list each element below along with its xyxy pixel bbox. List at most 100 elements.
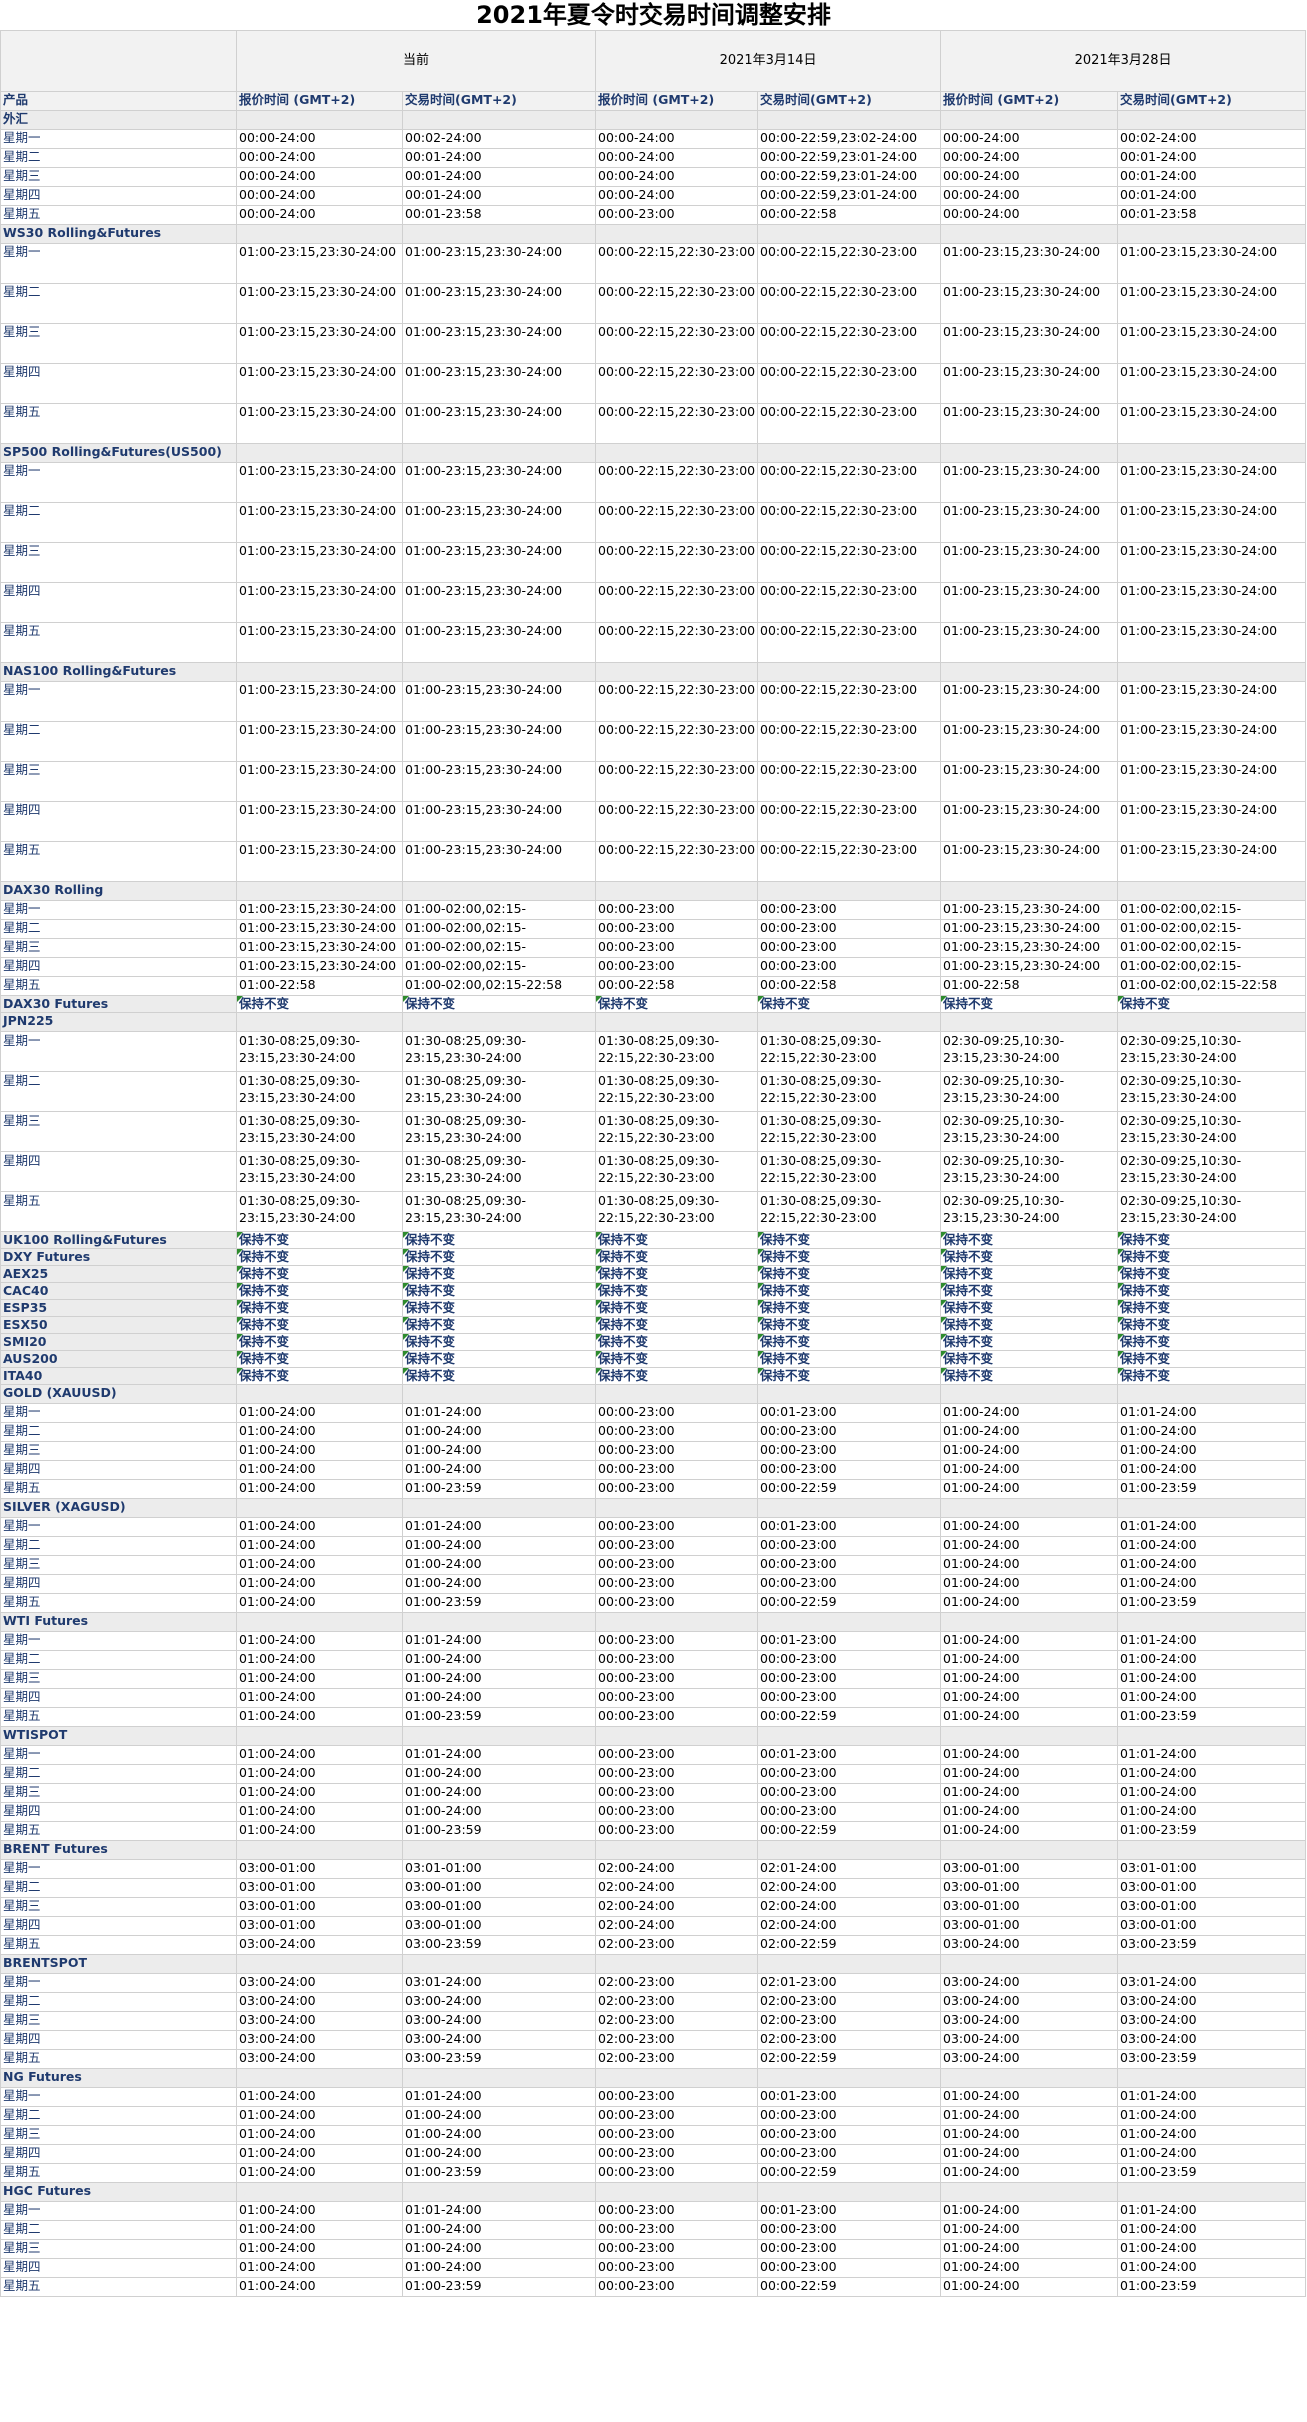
time-cell: 01:00-23:59 bbox=[1117, 1707, 1307, 1727]
weekday-cell: 星期五 bbox=[0, 1935, 237, 1955]
time-cell: 00:00-22:59,23:01-24:00 bbox=[757, 148, 942, 168]
unchanged-cell: 保持不变 bbox=[236, 1282, 403, 1300]
unchanged-cell: 保持不变 bbox=[595, 1299, 759, 1317]
time-cell: 00:00-22:15,22:30-23:00 bbox=[757, 542, 942, 583]
time-cell: 01:00-23:59 bbox=[401, 2163, 597, 2183]
time-cell: 01:00-24:00 bbox=[236, 1593, 403, 1613]
unchanged-cell: 保持不变 bbox=[401, 1350, 597, 1368]
time-cell: 00:00-22:15,22:30-23:00 bbox=[595, 622, 759, 663]
unchanged-cell: 保持不变 bbox=[1117, 1333, 1307, 1351]
time-cell: 01:01-24:00 bbox=[401, 1631, 597, 1651]
section-blank-cell bbox=[1117, 1012, 1307, 1032]
time-cell: 01:00-24:00 bbox=[940, 2201, 1119, 2221]
time-cell: 01:00-23:15,23:30-24:00 bbox=[1117, 542, 1307, 583]
table-row: 星期三 01:00-23:15,23:30-24:00 01:00-23:15,23… bbox=[0, 761, 1307, 802]
weekday-cell: 星期五 bbox=[0, 1707, 237, 1727]
time-cell: 03:00-01:00 bbox=[1117, 1878, 1307, 1898]
weekday-cell: 星期二 bbox=[0, 721, 237, 762]
unchanged-cell: 保持不变 bbox=[401, 1299, 597, 1317]
section-blank-cell bbox=[236, 224, 403, 244]
time-cell: 00:00-22:15,22:30-23:00 bbox=[595, 462, 759, 503]
section-blank-cell bbox=[757, 2068, 942, 2088]
time-cell: 01:00-23:15,23:30-24:00 bbox=[1117, 243, 1307, 284]
time-cell: 00:00-23:00 bbox=[595, 2163, 759, 2183]
section-blank-cell bbox=[595, 110, 759, 130]
weekday-cell: 星期二 bbox=[0, 283, 237, 324]
section-blank-cell bbox=[1117, 1612, 1307, 1632]
time-cell: 01:00-24:00 bbox=[236, 1574, 403, 1594]
time-cell: 01:00-23:59 bbox=[401, 2277, 597, 2297]
section-blank-cell bbox=[595, 1612, 759, 1632]
time-cell: 00:01-23:00 bbox=[757, 1631, 942, 1651]
section-name: NAS100 Rolling&Futures bbox=[0, 662, 237, 682]
time-cell: 01:00-24:00 bbox=[1117, 1802, 1307, 1822]
weekday-cell: 星期一 bbox=[0, 900, 237, 920]
time-cell: 01:00-24:00 bbox=[236, 1707, 403, 1727]
weekday-cell: 星期二 bbox=[0, 2220, 237, 2240]
header-period-mar28: 2021年3月28日 bbox=[940, 30, 1307, 92]
time-cell: 01:00-24:00 bbox=[1117, 2106, 1307, 2126]
time-cell: 01:00-23:15,23:30-24:00 bbox=[1117, 721, 1307, 762]
time-cell: 01:30-08:25,09:30-22:15,22:30-23:00 bbox=[757, 1071, 942, 1112]
table-row: 星期五 01:00-22:58 01:00-02:00,02:15-22:58 00:… bbox=[0, 976, 1307, 996]
table-row: 星期五 01:00-24:00 01:00-23:59 00:00-23:00 00:0… bbox=[0, 2277, 1307, 2297]
section-name: CAC40 bbox=[0, 1282, 237, 1300]
time-cell: 01:00-23:15,23:30-24:00 bbox=[1117, 462, 1307, 503]
section-blank-cell bbox=[940, 662, 1119, 682]
section-name: 外汇 bbox=[0, 110, 237, 130]
time-cell: 00:01-23:58 bbox=[1117, 205, 1307, 225]
section-blank-cell bbox=[401, 2182, 597, 2202]
weekday-cell: 星期四 bbox=[0, 1802, 237, 1822]
section-blank-cell bbox=[401, 1384, 597, 1404]
weekday-cell: 星期五 bbox=[0, 205, 237, 225]
time-cell: 01:00-23:15,23:30-24:00 bbox=[401, 283, 597, 324]
time-cell: 01:00-23:15,23:30-24:00 bbox=[236, 957, 403, 977]
time-cell: 00:00-22:59,23:01-24:00 bbox=[757, 167, 942, 187]
table-row: 星期三 01:00-24:00 01:00-24:00 00:00-23:00 00:0… bbox=[0, 2125, 1307, 2145]
time-cell: 01:01-24:00 bbox=[1117, 1403, 1307, 1423]
time-cell: 01:00-24:00 bbox=[236, 2163, 403, 2183]
weekday-cell: 星期五 bbox=[0, 1821, 237, 1841]
time-cell: 01:00-23:15,23:30-24:00 bbox=[1117, 323, 1307, 364]
time-cell: 01:30-08:25,09:30-23:15,23:30-24:00 bbox=[401, 1111, 597, 1152]
time-cell: 00:00-22:15,22:30-23:00 bbox=[757, 721, 942, 762]
time-cell: 00:00-23:00 bbox=[595, 1403, 759, 1423]
time-cell: 00:00-23:00 bbox=[757, 1764, 942, 1784]
section-blank-cell bbox=[1117, 662, 1307, 682]
time-cell: 00:01-24:00 bbox=[1117, 148, 1307, 168]
time-cell: 00:00-23:00 bbox=[595, 1441, 759, 1461]
time-cell: 01:01-24:00 bbox=[401, 1745, 597, 1765]
time-cell: 01:30-08:25,09:30-22:15,22:30-23:00 bbox=[757, 1031, 942, 1072]
time-cell: 00:00-23:00 bbox=[757, 2106, 942, 2126]
table-row: 星期五 01:00-23:15,23:30-24:00 01:00-23:15,23… bbox=[0, 622, 1307, 663]
time-cell: 01:00-24:00 bbox=[1117, 1650, 1307, 1670]
time-cell: 03:00-24:00 bbox=[236, 2011, 403, 2031]
table-row: 星期五 01:00-24:00 01:00-23:59 00:00-23:00 00:0… bbox=[0, 1707, 1307, 1727]
time-cell: 01:00-23:15,23:30-24:00 bbox=[401, 363, 597, 404]
time-cell: 01:00-24:00 bbox=[940, 1536, 1119, 1556]
time-cell: 02:00-23:00 bbox=[595, 1973, 759, 1993]
page: 2021年夏令时交易时间调整安排 当前 2021年3月14日 2021年3月28… bbox=[0, 0, 1307, 2297]
time-cell: 01:01-24:00 bbox=[1117, 1517, 1307, 1537]
table-row: 星期二 01:00-24:00 01:00-24:00 00:00-23:00 00:0… bbox=[0, 2106, 1307, 2126]
section-blank-cell bbox=[757, 1612, 942, 1632]
time-cell: 00:00-23:00 bbox=[595, 2106, 759, 2126]
section-blank-cell bbox=[236, 1954, 403, 1974]
time-cell: 02:00-23:00 bbox=[595, 2030, 759, 2050]
section-header-row: DAX30 Rolling bbox=[0, 881, 1307, 901]
time-cell: 00:01-24:00 bbox=[1117, 167, 1307, 187]
table-row: 星期四 00:00-24:00 00:01-24:00 00:00-24:00 00:0… bbox=[0, 186, 1307, 206]
time-cell: 00:00-22:15,22:30-23:00 bbox=[595, 542, 759, 583]
time-cell: 01:00-24:00 bbox=[1117, 1441, 1307, 1461]
table-row: 星期五 03:00-24:00 03:00-23:59 02:00-23:00 02:0… bbox=[0, 1935, 1307, 1955]
table-row: 星期一 01:00-24:00 01:01-24:00 00:00-23:00 00:0… bbox=[0, 2087, 1307, 2107]
time-cell: 01:30-08:25,09:30-22:15,22:30-23:00 bbox=[757, 1111, 942, 1152]
time-cell: 03:00-24:00 bbox=[401, 1992, 597, 2012]
unchanged-cell: 保持不变 bbox=[940, 995, 1119, 1013]
time-cell: 03:01-24:00 bbox=[1117, 1973, 1307, 1993]
section-blank-cell bbox=[401, 2068, 597, 2088]
time-cell: 01:00-02:00,02:15- bbox=[401, 938, 597, 958]
time-cell: 01:00-23:15,23:30-24:00 bbox=[1117, 761, 1307, 802]
header-blank-cell bbox=[0, 30, 237, 92]
time-cell: 03:00-01:00 bbox=[401, 1897, 597, 1917]
